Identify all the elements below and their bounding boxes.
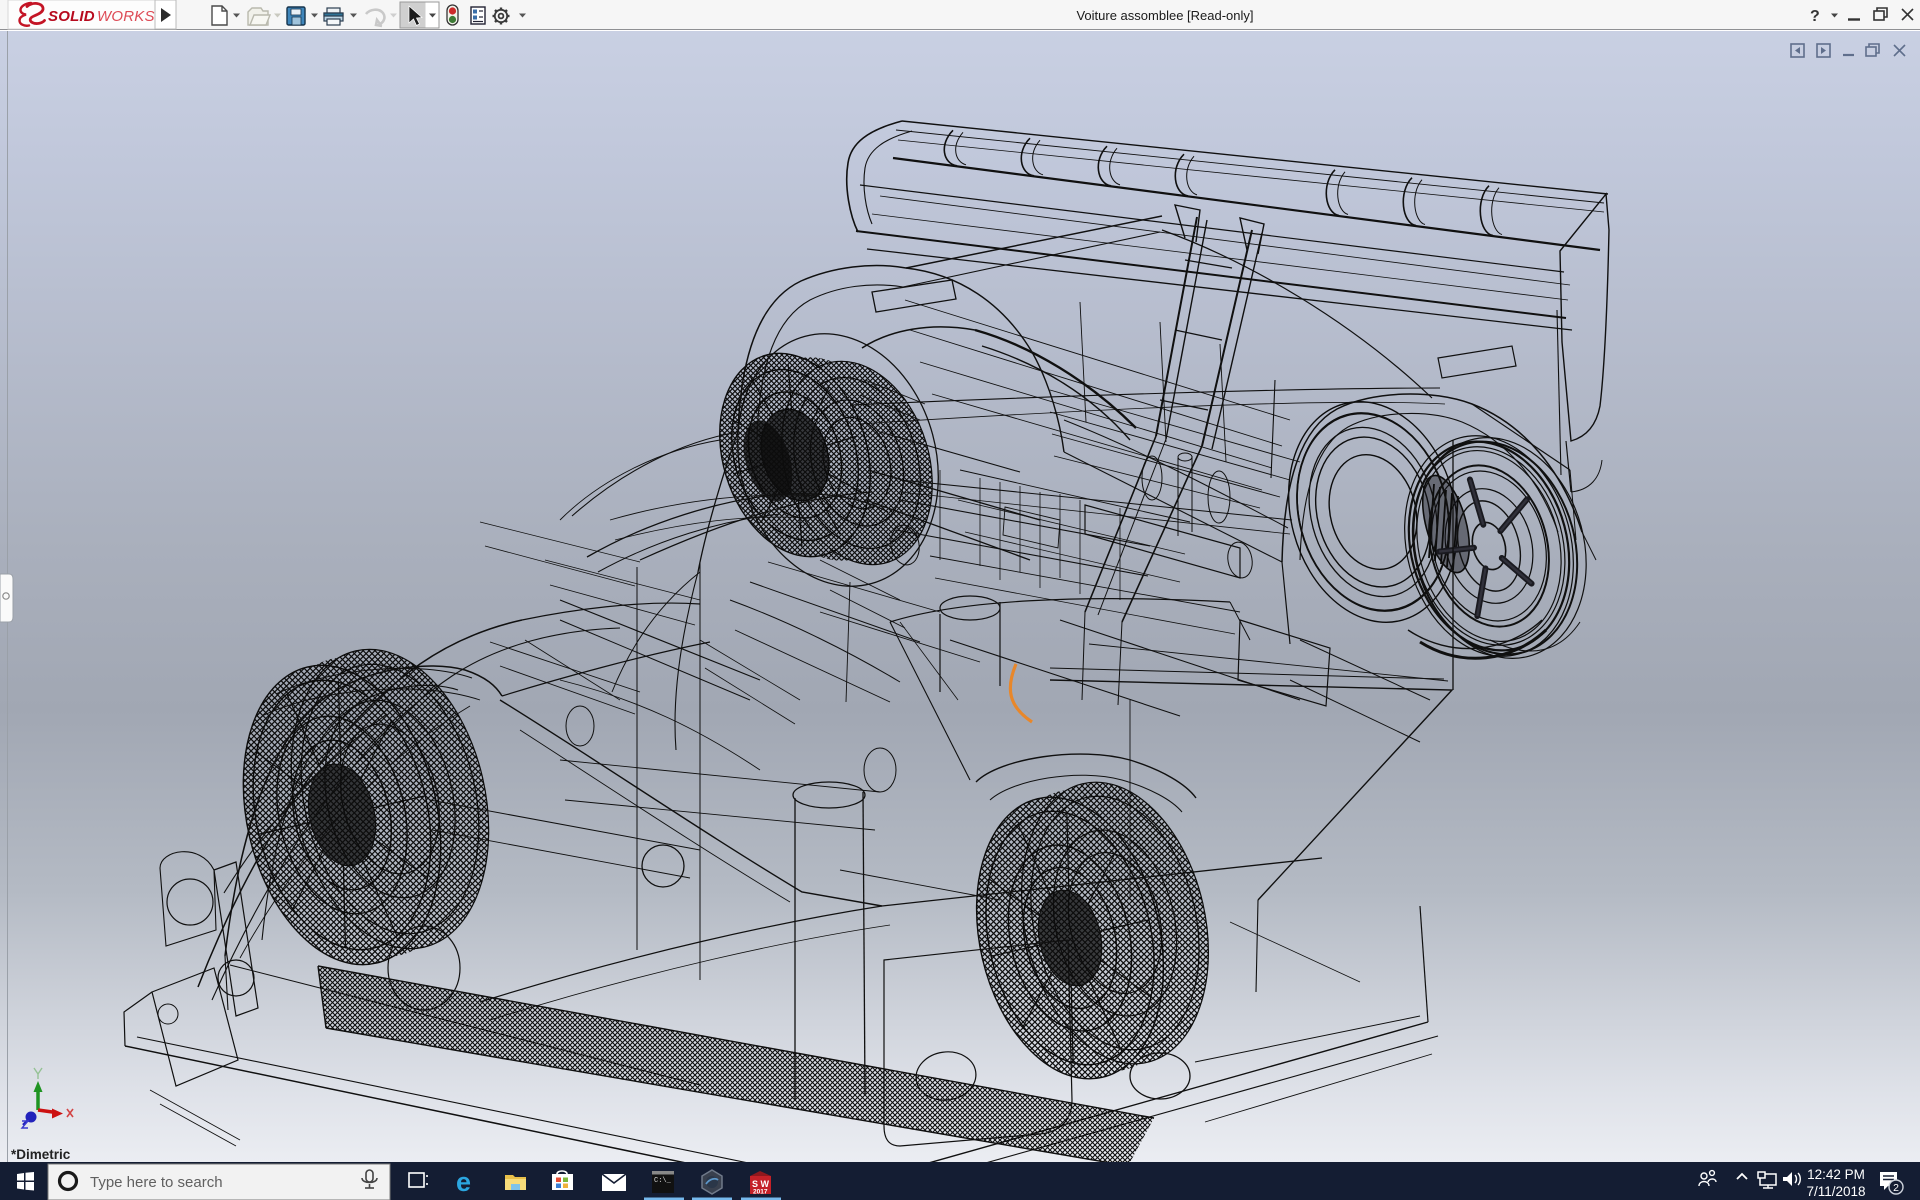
svg-text:SOLID: SOLID — [48, 8, 95, 25]
svg-text:S W: S W — [752, 1179, 770, 1189]
svg-text:Type here to search: Type here to search — [90, 1174, 223, 1191]
svg-text:7/11/2018: 7/11/2018 — [1806, 1184, 1865, 1199]
svg-text:C:\_: C:\_ — [654, 1177, 672, 1185]
svg-text:WORKS: WORKS — [97, 8, 155, 25]
svg-text:2: 2 — [1893, 1182, 1899, 1194]
svg-text:12:42 PM: 12:42 PM — [1807, 1167, 1865, 1182]
svg-text:2017: 2017 — [753, 1189, 768, 1196]
svg-text:*Dimetric: *Dimetric — [11, 1147, 71, 1162]
svg-text:?: ? — [1810, 8, 1820, 25]
svg-text:e: e — [456, 1167, 471, 1197]
